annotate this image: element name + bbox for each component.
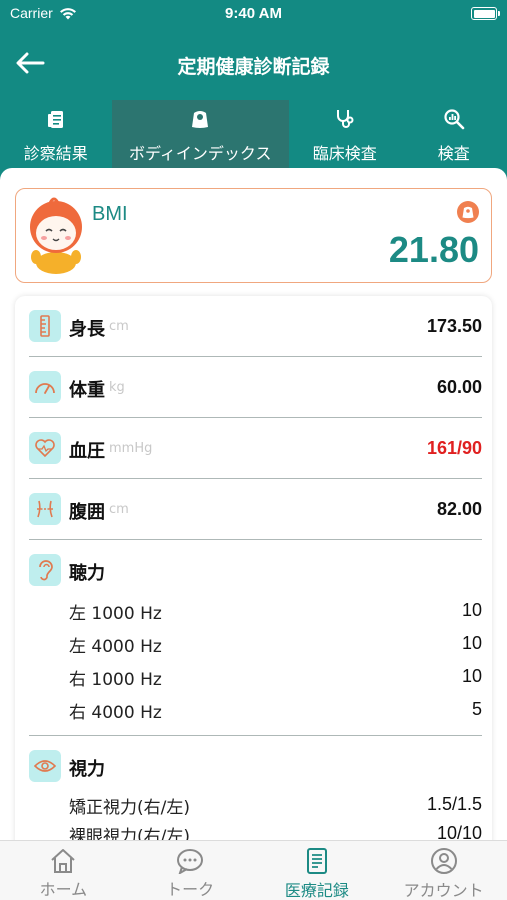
hearing-group: 聴力 左 1000 Hz 10 左 4000 Hz 10 右 1000 Hz 1… — [29, 540, 482, 736]
scale-icon — [192, 111, 209, 128]
scale-icon — [457, 201, 479, 223]
tab-label: 臨床検査 — [312, 144, 377, 163]
vision-label: 矯正視力(右/左) — [69, 798, 190, 818]
mascot-icon — [30, 197, 82, 274]
hearing-row: 右 1000 Hz 10 — [69, 659, 482, 692]
metric-value: 161/90 — [426, 438, 482, 458]
hearing-row: 左 1000 Hz 10 — [69, 593, 482, 626]
hearing-row: 右 4000 Hz 5 — [69, 692, 482, 725]
nav-medical-record[interactable]: 医療記録 — [254, 841, 381, 900]
vision-row: 裸眼視力(右/左) 10/10 — [69, 816, 482, 840]
nav-header: 定期健康診断記録 — [0, 28, 507, 100]
battery-icon — [471, 7, 500, 20]
main-content: BMI 21.80 身長 cm 173.50 体重 kg 60.00 血圧 mm… — [0, 168, 507, 840]
hearing-value: 5 — [471, 699, 482, 719]
home-icon — [51, 848, 76, 873]
hearing-label: 右 1000 Hz — [69, 670, 162, 690]
heart-pulse-icon — [29, 432, 61, 464]
gauge-icon — [29, 371, 61, 403]
metric-name: 体重 — [69, 380, 105, 401]
tab-bar: 診察結果 ボディインデックス 臨床検査 検査 — [0, 100, 507, 168]
clock: 9:40 AM — [225, 5, 282, 22]
nav-label: アカウント — [403, 881, 484, 900]
hearing-label: 左 4000 Hz — [69, 637, 162, 657]
metric-row-height: 身長 cm 173.50 — [29, 296, 482, 357]
hearing-value: 10 — [461, 633, 482, 653]
ear-icon — [29, 554, 61, 586]
nav-account[interactable]: アカウント — [380, 841, 507, 900]
nav-label: 医療記録 — [284, 881, 349, 900]
bmi-value: 21.80 — [388, 229, 479, 270]
hearing-value: 10 — [461, 600, 482, 620]
metric-value: 82.00 — [436, 499, 482, 519]
tab-exam-results[interactable]: 診察結果 — [0, 100, 112, 168]
nav-home[interactable]: ホーム — [0, 841, 127, 900]
metrics-list: 身長 cm 173.50 体重 kg 60.00 血圧 mmHg 161/90 … — [15, 296, 492, 840]
tab-clinical-test[interactable]: 臨床検査 — [289, 100, 401, 168]
nav-label: トーク — [166, 880, 215, 899]
hearing-value: 10 — [461, 666, 482, 686]
metric-unit: cm — [109, 502, 129, 517]
tab-label: 検査 — [437, 144, 470, 163]
ruler-icon — [29, 310, 61, 342]
metric-row-weight: 体重 kg 60.00 — [29, 357, 482, 418]
hearing-label: 左 1000 Hz — [69, 604, 162, 624]
vision-title: 視力 — [69, 759, 105, 780]
stethoscope-icon — [336, 110, 354, 128]
metric-name: 腹囲 — [69, 502, 105, 523]
waist-icon — [29, 493, 61, 525]
metric-value: 173.50 — [426, 316, 482, 336]
metric-unit: kg — [109, 380, 125, 395]
bmi-label: BMI — [92, 203, 128, 225]
metric-name: 身長 — [69, 319, 105, 340]
metric-value: 60.00 — [436, 377, 482, 397]
metric-name: 血圧 — [69, 441, 105, 462]
vision-group: 視力 矯正視力(右/左) 1.5/1.5 裸眼視力(右/左) 10/10 — [29, 736, 482, 840]
tab-body-index[interactable]: ボディインデックス — [111, 100, 289, 168]
clipboard-icon — [47, 111, 63, 128]
metric-row-blood-pressure: 血圧 mmHg 161/90 — [29, 418, 482, 479]
hearing-title: 聴力 — [69, 563, 105, 584]
chat-icon — [177, 848, 204, 874]
vision-value: 1.5/1.5 — [426, 794, 482, 814]
vision-label: 裸眼視力(右/左) — [69, 827, 190, 840]
metric-unit: mmHg — [109, 441, 153, 456]
tab-inspection[interactable]: 検査 — [401, 100, 507, 168]
hearing-row: 左 4000 Hz 10 — [69, 626, 482, 659]
bottom-nav: ホーム トーク 医療記録 アカウント — [0, 840, 507, 900]
vision-value: 10/10 — [436, 823, 482, 840]
page-title: 定期健康診断記録 — [177, 56, 330, 78]
tab-label: 診察結果 — [23, 144, 88, 163]
eye-icon — [29, 750, 61, 782]
hearing-label: 右 4000 Hz — [69, 703, 162, 723]
user-icon — [430, 848, 457, 874]
nav-talk[interactable]: トーク — [127, 841, 254, 900]
bmi-card: BMI 21.80 — [15, 188, 492, 283]
document-icon — [306, 848, 327, 874]
nav-label: ホーム — [39, 880, 88, 899]
magnifier-icon — [444, 109, 465, 130]
metric-unit: cm — [109, 319, 129, 334]
metric-row-waist: 腹囲 cm 82.00 — [29, 479, 482, 540]
status-bar: Carrier 9:40 AM — [0, 0, 507, 28]
tab-label: ボディインデックス — [129, 144, 272, 163]
